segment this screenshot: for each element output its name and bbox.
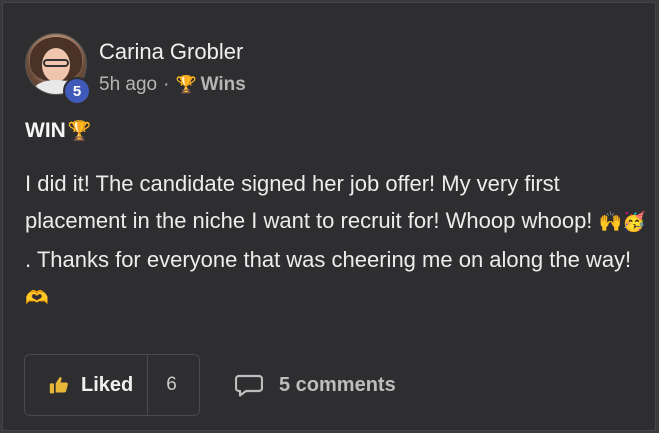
post-body-text-2: . Thanks for everyone that was cheering … (25, 247, 632, 272)
post-meta: 5h ago · 🏆 Wins (99, 74, 246, 96)
title-trophy-icon: 🏆 (67, 121, 92, 142)
comments-button[interactable]: 5 comments (235, 373, 396, 397)
author-avatar-wrapper[interactable]: 5 (25, 33, 91, 105)
post-body: I did it! The candidate signed her job o… (25, 165, 650, 317)
post-body-text-1: I did it! The candidate signed her job o… (25, 171, 599, 233)
like-label: Liked (81, 373, 134, 396)
level-badge: 5 (63, 77, 91, 105)
post-card: 5 Carina Grobler 5h ago · 🏆 Wins WIN 🏆 I… (2, 2, 656, 431)
avatar-glasses (43, 59, 69, 67)
meta-separator: · (163, 74, 170, 95)
trophy-icon: 🏆 (175, 75, 197, 94)
comments-label: 5 comments (279, 373, 396, 396)
heart-hands-emoji-icon: 🫶 (25, 288, 49, 309)
post-title-text: WIN (25, 119, 66, 142)
thumbs-up-icon (49, 377, 68, 394)
post-title: WIN 🏆 (25, 119, 96, 143)
author-name[interactable]: Carina Grobler (99, 39, 243, 65)
comment-bubble-icon (235, 374, 263, 397)
like-count[interactable]: 6 (148, 374, 177, 396)
time-ago[interactable]: 5h ago (99, 74, 157, 96)
like-control: Liked 6 (24, 354, 200, 416)
like-button[interactable]: Liked (25, 355, 147, 415)
celebrate-emoji-icon: 🙌🥳 (598, 212, 646, 233)
category-link[interactable]: Wins (201, 74, 246, 96)
